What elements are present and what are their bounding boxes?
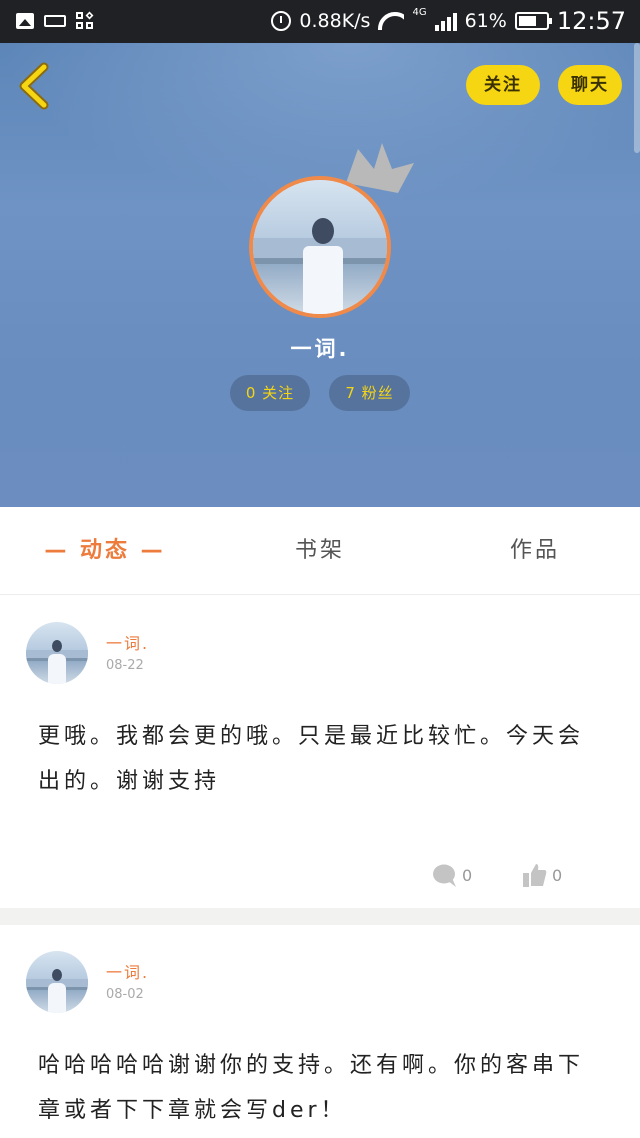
following-count[interactable]: 0 关注 <box>230 375 310 411</box>
data-saver-icon <box>44 15 66 27</box>
profile-header: 关注 聊天 一词. 0 关注 7 粉丝 <box>0 43 640 507</box>
comment-count: 0 <box>462 865 473 885</box>
network-type: 4G <box>412 7 427 18</box>
like-button[interactable]: 0 <box>522 860 562 890</box>
alarm-icon <box>271 11 292 31</box>
avatar-image <box>253 180 387 314</box>
thumbs-up-icon <box>523 864 547 887</box>
follow-button[interactable]: 关注 <box>466 65 540 105</box>
avatar[interactable] <box>26 951 88 1013</box>
status-right-icons: 0.88K/s 4G 61% 12:57 <box>271 7 626 35</box>
like-count: 0 <box>552 865 563 885</box>
post-text: 更哦。我都会更的哦。只是最近比较忙。今天会出的。谢谢支持 <box>38 724 585 794</box>
post-text: 哈哈哈哈哈谢谢你的支持。还有啊。你的客串下章或者下下章就会写der！ <box>38 1053 585 1123</box>
tab-dynamic[interactable]: — 动态 — <box>40 507 170 595</box>
status-bar: 0.88K/s 4G 61% 12:57 <box>0 0 640 43</box>
wifi-icon <box>378 12 405 30</box>
battery-percent: 61% <box>464 10 507 32</box>
tab-works[interactable]: 作品 <box>480 507 590 595</box>
scrollbar[interactable] <box>634 43 640 153</box>
post-author[interactable]: 一词. <box>106 959 149 983</box>
chevron-left-icon <box>19 62 49 110</box>
tab-bookshelf[interactable]: 书架 <box>270 507 370 595</box>
profile-username: 一词. <box>290 337 350 361</box>
fans-count[interactable]: 7 粉丝 <box>329 375 410 411</box>
network-speed: 0.88K/s <box>299 10 371 32</box>
clock: 12:57 <box>556 7 626 35</box>
app-grid-icon <box>76 11 96 30</box>
comment-button[interactable]: 0 <box>432 860 472 890</box>
profile-tabs: — 动态 — 书架 作品 <box>0 507 640 595</box>
feed-post[interactable]: 一词. 08-22 更哦。我都会更的哦。只是最近比较忙。今天会出的。谢谢支持 0… <box>0 596 640 908</box>
gallery-notification-icon <box>16 13 34 29</box>
signal-icon <box>434 11 457 31</box>
post-divider <box>0 908 640 925</box>
profile-avatar[interactable] <box>249 176 391 318</box>
battery-icon <box>514 12 552 30</box>
comment-icon <box>433 864 456 887</box>
avatar[interactable] <box>26 622 88 684</box>
post-date: 08-02 <box>106 987 144 1002</box>
feed-post[interactable]: 一词. 08-02 哈哈哈哈哈谢谢你的支持。还有啊。你的客串下章或者下下章就会写… <box>0 925 640 1138</box>
post-author[interactable]: 一词. <box>106 630 149 654</box>
post-date: 08-22 <box>106 658 144 673</box>
back-button[interactable] <box>14 61 54 111</box>
chat-button[interactable]: 聊天 <box>558 65 622 105</box>
status-left-icons <box>16 9 96 33</box>
